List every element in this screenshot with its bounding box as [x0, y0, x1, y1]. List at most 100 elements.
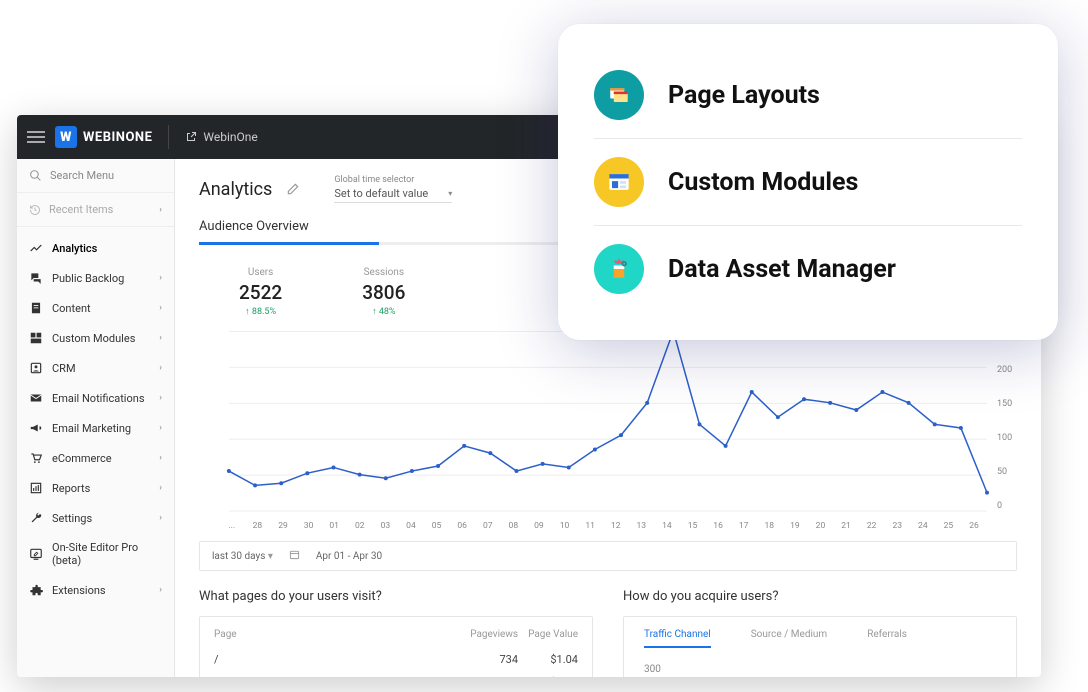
time-selector-value: Set to default value [334, 187, 452, 203]
cell-page: /servises [214, 676, 448, 677]
report-icon [29, 481, 43, 495]
acquire-panel: How do you acquire users? Traffic Channe… [623, 589, 1017, 677]
puzzle-icon [29, 583, 43, 597]
global-time-selector[interactable]: Global time selector Set to default valu… [334, 175, 452, 203]
chevron-right-icon: › [159, 453, 162, 463]
sidebar-item-label: Analytics [52, 242, 97, 255]
chevron-right-icon: › [159, 363, 162, 373]
editor-icon [29, 547, 43, 561]
chevron-right-icon: › [159, 303, 162, 313]
sidebar-item-label: Public Backlog [52, 272, 124, 285]
popup-label: Page Layouts [668, 81, 820, 110]
pages-table-header: Page Pageviews Page Value [214, 629, 578, 648]
kpi-label: Users [239, 267, 282, 278]
col-pagevalue: Page Value [518, 629, 578, 640]
sidebar-item-crm[interactable]: CRM › [17, 353, 174, 383]
search-icon [29, 169, 42, 182]
doc-icon [29, 301, 43, 315]
pencil-icon[interactable] [286, 182, 300, 196]
cart-icon [29, 451, 43, 465]
module-icon [29, 331, 43, 345]
chevron-right-icon: › [159, 423, 162, 433]
page-title: Analytics [199, 179, 272, 200]
chat-icon [29, 271, 43, 285]
popup-item-data-asset-manager[interactable]: Data Asset Manager [594, 225, 1022, 312]
audience-chart: 250200150100500 ...282930010203040506070… [199, 331, 1017, 531]
search-placeholder: Search Menu [50, 169, 114, 182]
sidebar-item-label: On-Site Editor Pro (beta) [52, 541, 162, 567]
cell-views: 734 [448, 653, 518, 666]
sidebar-item-on-site-editor-pro-beta-[interactable]: On-Site Editor Pro (beta) [17, 533, 174, 575]
sidebar: Search Menu Recent Items › Analytics Publ… [17, 159, 175, 677]
sidebar-item-label: Extensions [52, 584, 106, 597]
sidebar-item-label: CRM [52, 362, 76, 375]
popup-item-custom-modules[interactable]: Custom Modules [594, 138, 1022, 225]
breadcrumb[interactable]: WebinOne [185, 130, 257, 144]
chevron-right-icon: › [159, 393, 162, 403]
date-range-bar[interactable]: last 30 days Apr 01 - Apr 30 [199, 541, 1017, 571]
wrench-icon [29, 511, 43, 525]
popup-item-page-layouts[interactable]: Page Layouts [594, 52, 1022, 138]
recent-items[interactable]: Recent Items › [17, 193, 174, 227]
external-link-icon [185, 131, 197, 143]
kpi-value: 2522 [239, 281, 282, 304]
chevron-right-icon: › [159, 585, 162, 595]
sidebar-item-ecommerce[interactable]: eCommerce › [17, 443, 174, 473]
sidebar-item-settings[interactable]: Settings› [17, 503, 174, 533]
sidebar-item-label: Custom Modules [52, 332, 135, 345]
kpi-delta: 48% [362, 306, 405, 317]
col-page: Page [214, 629, 448, 640]
chevron-right-icon: › [159, 205, 162, 215]
popup-label: Custom Modules [668, 168, 858, 197]
table-row[interactable]: /servises367$3.11 [214, 671, 578, 677]
acquire-tab-referrals[interactable]: Referrals [867, 629, 907, 648]
sidebar-item-extensions[interactable]: Extensions › [17, 575, 174, 605]
sidebar-item-email-notifications[interactable]: Email Notifications› [17, 383, 174, 413]
megaphone-icon [29, 421, 43, 435]
time-selector-label: Global time selector [334, 175, 452, 185]
sidebar-item-public-backlog[interactable]: Public Backlog› [17, 263, 174, 293]
pages-panel: What pages do your users visit? Page Pag… [199, 589, 593, 677]
trend-icon [29, 241, 43, 255]
chart-x-ticks: ...2829300102030405060708091011121314151… [219, 521, 987, 531]
breadcrumb-label: WebinOne [203, 130, 257, 144]
sidebar-item-email-marketing[interactable]: Email Marketing › [17, 413, 174, 443]
calendar-icon [289, 549, 300, 563]
search-menu[interactable]: Search Menu [17, 159, 174, 193]
crm-icon [29, 361, 43, 375]
sidebar-nav: AnalyticsPublic Backlog›Content›Custom M… [17, 227, 174, 611]
popup-label: Data Asset Manager [668, 255, 896, 284]
sidebar-item-label: Email Marketing [52, 422, 131, 435]
sidebar-item-label: Content [52, 302, 91, 315]
acquire-tab-source-medium[interactable]: Source / Medium [751, 629, 827, 648]
kpi-value: 3806 [362, 281, 405, 304]
sidebar-item-content[interactable]: Content › [17, 293, 174, 323]
acquire-tabs: Traffic Channel Source / Medium Referrals [638, 629, 1002, 654]
cell-value: $1.04 [518, 653, 578, 666]
cell-views: 367 [448, 676, 518, 677]
sidebar-item-reports[interactable]: Reports› [17, 473, 174, 503]
sidebar-item-label: eCommerce [52, 452, 112, 465]
popup-icon [594, 244, 644, 294]
feature-popup: Page Layouts Custom Modules Data Asset Man… [558, 24, 1058, 340]
range-selector[interactable]: last 30 days [212, 551, 273, 562]
topbar-divider [168, 125, 169, 149]
acquire-panel-title: How do you acquire users? [623, 589, 1017, 604]
sidebar-item-custom-modules[interactable]: Custom Modules › [17, 323, 174, 353]
sidebar-item-label: Settings [52, 512, 92, 525]
acquire-tab-traffic-channel[interactable]: Traffic Channel [644, 629, 711, 648]
table-row[interactable]: /734$1.04 [214, 648, 578, 671]
pages-panel-title: What pages do your users visit? [199, 589, 593, 604]
hamburger-icon[interactable] [27, 131, 45, 143]
chevron-right-icon: › [159, 333, 162, 343]
recent-label: Recent Items [49, 203, 113, 216]
chart-y-ticks: 250200150100500 [991, 331, 1021, 511]
kpi-users: Users 2522 88.5% [239, 267, 282, 317]
history-icon [29, 204, 41, 216]
brand-logo[interactable]: W WEBINONE [55, 126, 152, 148]
kpi-delta: 88.5% [239, 306, 282, 317]
acquire-sample-value: 300 [638, 654, 1002, 675]
kpi-sessions: Sessions380648% [362, 267, 405, 317]
cell-value: $3.11 [518, 676, 578, 677]
sidebar-item-analytics[interactable]: Analytics [17, 233, 174, 263]
